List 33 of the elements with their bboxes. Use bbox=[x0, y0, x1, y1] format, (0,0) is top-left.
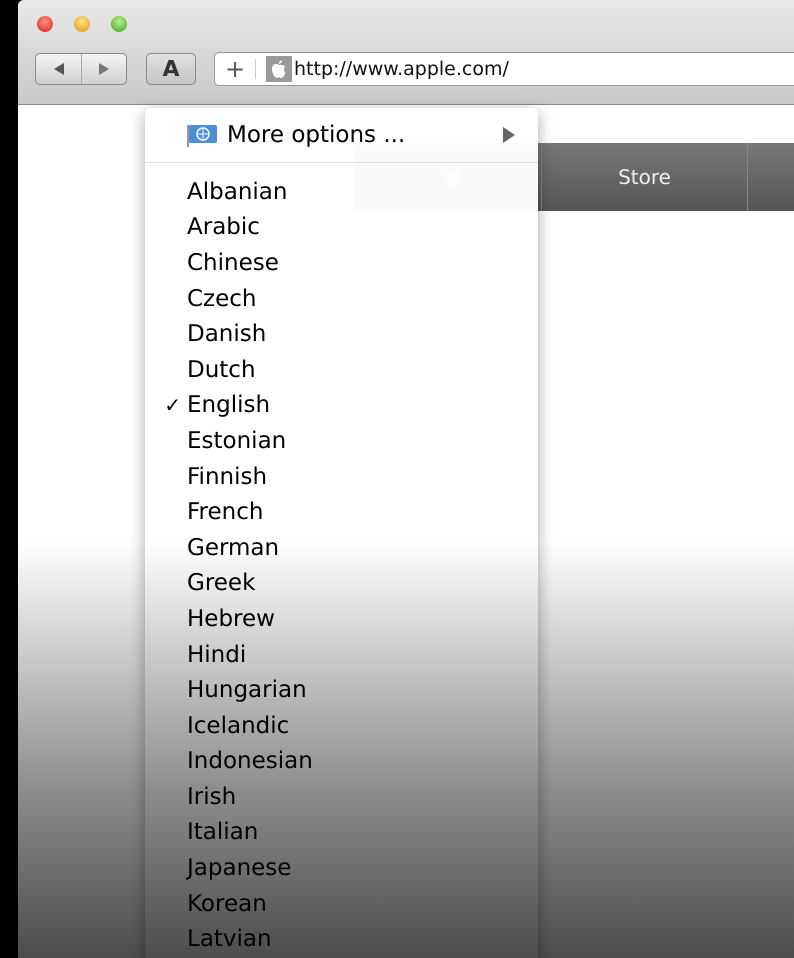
language-item[interactable]: Chinese bbox=[187, 250, 279, 276]
flag-icon bbox=[186, 123, 218, 147]
site-nav-link[interactable]: Store bbox=[541, 143, 748, 211]
language-item[interactable]: Finnish bbox=[187, 464, 268, 490]
apple-logo-icon bbox=[266, 56, 292, 82]
forward-arrow-icon bbox=[98, 62, 110, 76]
zoom-button[interactable] bbox=[111, 16, 127, 32]
language-item[interactable]: Icelandic bbox=[187, 712, 290, 739]
language-item[interactable]: Albanian bbox=[187, 178, 288, 205]
language-item[interactable]: Irish bbox=[187, 784, 236, 810]
close-button[interactable] bbox=[37, 16, 53, 32]
language-item[interactable]: Hungarian bbox=[187, 677, 307, 704]
language-item[interactable]: Czech bbox=[187, 286, 257, 312]
language-item[interactable]: Estonian bbox=[187, 428, 286, 454]
language-item[interactable]: Japanese bbox=[187, 855, 292, 882]
language-item[interactable]: Danish bbox=[187, 321, 266, 348]
language-item[interactable]: Greek bbox=[187, 570, 256, 596]
text-size-button[interactable]: A bbox=[146, 53, 196, 85]
address-field[interactable]: + http://www.apple.com/ bbox=[214, 52, 794, 86]
language-item[interactable]: Indonesian bbox=[187, 748, 313, 774]
language-item[interactable]: Arabic bbox=[187, 214, 260, 240]
more-options-item[interactable]: More options ... bbox=[145, 108, 538, 152]
language-item[interactable]: Hebrew bbox=[187, 606, 275, 632]
language-item[interactable]: German bbox=[187, 534, 280, 561]
language-item[interactable]: Hindi bbox=[187, 642, 246, 668]
language-item[interactable]: English bbox=[187, 392, 270, 418]
language-item[interactable]: Italian bbox=[187, 819, 258, 846]
url-text: http://www.apple.com/ bbox=[294, 58, 509, 80]
add-bookmark-button[interactable]: + bbox=[215, 55, 255, 83]
back-arrow-icon bbox=[52, 62, 64, 76]
language-item[interactable]: Dutch bbox=[187, 356, 256, 383]
checkmark: ✓ bbox=[164, 393, 181, 418]
language-item[interactable]: French bbox=[187, 499, 264, 526]
